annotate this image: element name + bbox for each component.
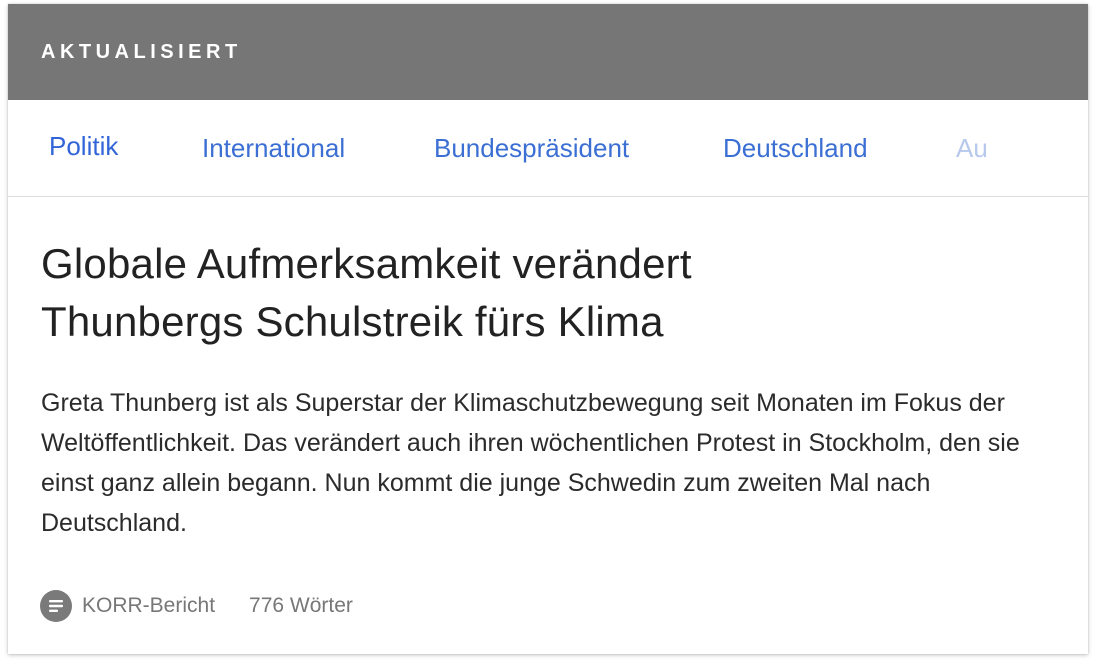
article-meta: KORR-Bericht 776 Wörter <box>40 590 353 622</box>
tab-au-partial[interactable]: Au <box>956 133 988 164</box>
article-title-line1: Globale Aufmerksamkeit verändert <box>41 240 692 287</box>
article-summary: Greta Thunberg ist als Superstar der Kli… <box>41 389 1020 537</box>
article-title[interactable]: Globale Aufmerksamkeit verändert Thunber… <box>41 235 1055 351</box>
article-title-line2: Thunbergs Schulstreik fürs Klima <box>41 298 664 345</box>
tab-international[interactable]: International <box>202 133 345 164</box>
card-header: AKTUALISIERT <box>8 4 1088 100</box>
tab-deutschland[interactable]: Deutschland <box>723 133 868 164</box>
article-content: Globale Aufmerksamkeit verändert Thunber… <box>8 235 1088 543</box>
word-count: 776 Wörter <box>249 594 353 617</box>
document-icon <box>40 590 72 622</box>
article-card[interactable]: AKTUALISIERT Politik International Bunde… <box>8 4 1088 654</box>
updated-label: AKTUALISIERT <box>41 40 242 63</box>
tab-politik[interactable]: Politik <box>49 131 118 162</box>
article-type-label: KORR-Bericht <box>82 594 216 617</box>
tab-bundespraesident[interactable]: Bundespräsident <box>434 133 629 164</box>
category-tabs: Politik International Bundespräsident De… <box>8 100 1088 197</box>
